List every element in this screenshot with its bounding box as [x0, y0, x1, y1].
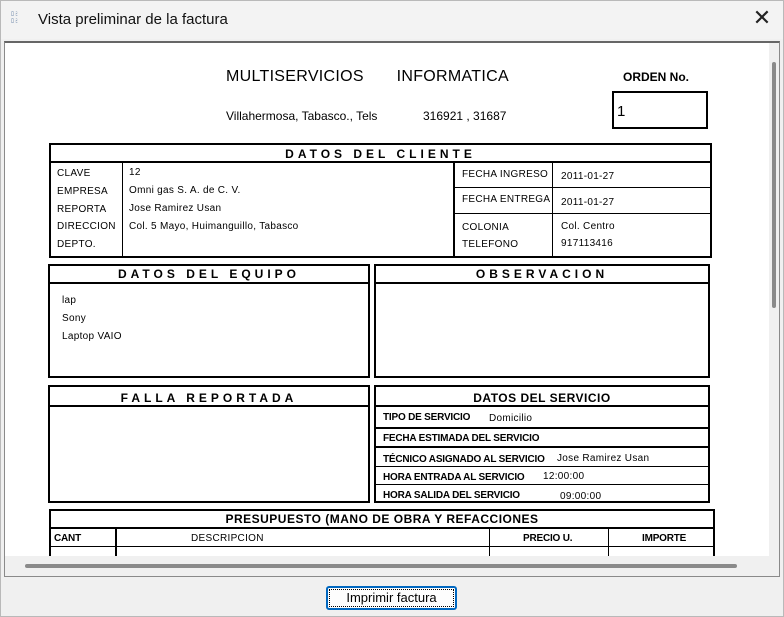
equipo-line-1: lap: [62, 295, 77, 306]
close-icon[interactable]: ✕: [746, 5, 778, 35]
fecha-entrega-label: FECHA ENTREGA: [462, 194, 551, 205]
fecha-entrega-value: 2011-01-27: [561, 197, 615, 208]
vertical-scroll-thumb[interactable]: [772, 62, 776, 308]
equipo-line-3: Laptop VAIO: [62, 331, 122, 342]
telefono-value: 917113416: [561, 238, 614, 249]
hora-salida-value: 09:00:00: [560, 491, 602, 502]
orden-box: [612, 91, 708, 129]
colonia-value: Col. Centro: [561, 221, 615, 232]
col-precio: PRECIO U.: [523, 533, 573, 544]
hora-salida-label: HORA SALIDA DEL SERVICIO: [383, 490, 520, 501]
title-bar: ﾛﾐ ﾛﾐ Vista preliminar de la factura ✕: [1, 1, 783, 39]
servicio-header: DATOS DEL SERVICIO: [473, 391, 611, 405]
horizontal-scrollbar[interactable]: [5, 556, 779, 576]
empresa-value: Omni gas S. A. de C. V.: [129, 185, 241, 196]
hora-entrada-label: HORA ENTRADA AL SERVICIO: [383, 472, 525, 483]
cliente-header: DATOS DEL CLIENTE: [285, 147, 476, 161]
orden-label: ORDEN No.: [623, 70, 689, 84]
vertical-scrollbar[interactable]: [769, 43, 779, 576]
fecha-ingreso-value: 2011-01-27: [561, 171, 615, 182]
depto-label: DEPTO.: [57, 239, 96, 250]
clave-label: CLAVE: [57, 168, 91, 179]
company-address: Villahermosa, Tabasco., Tels: [226, 109, 378, 123]
reporta-label: REPORTA: [57, 204, 107, 215]
report-viewport[interactable]: MULTISERVICIOS INFORMATICA Villahermosa,…: [4, 41, 780, 577]
reporta-value: Jose Ramirez Usan: [129, 203, 222, 214]
tecnico-value: Jose Ramirez Usan: [557, 453, 650, 464]
clave-value: 12: [129, 167, 141, 178]
col-importe: IMPORTE: [642, 533, 687, 544]
fecha-ingreso-label: FECHA INGRESO: [462, 169, 549, 180]
app-icon: ﾛﾐ ﾛﾐ: [11, 11, 20, 25]
fecha-estimada-label: FECHA ESTIMADA DEL SERVICIO: [383, 433, 540, 444]
invoice-page: MULTISERVICIOS INFORMATICA Villahermosa,…: [5, 43, 771, 576]
company-phones: 316921 , 31687: [423, 109, 507, 123]
direccion-label: DIRECCION: [57, 221, 116, 232]
window-title: Vista preliminar de la factura: [38, 11, 228, 28]
equipo-line-2: Sony: [62, 313, 86, 324]
tipo-servicio-value: Domicilio: [489, 413, 533, 424]
direccion-value: Col. 5 Mayo, Huimanguillo, Tabasco: [129, 221, 299, 232]
telefono-label: TELEFONO: [462, 239, 519, 250]
equipo-header: DATOS DEL EQUIPO: [117, 267, 301, 281]
company-name: MULTISERVICIOS INFORMATICA: [226, 68, 509, 85]
horizontal-scroll-thumb[interactable]: [25, 564, 737, 568]
print-invoice-button[interactable]: Imprimir factura: [326, 586, 457, 610]
col-descripcion: DESCRIPCION: [191, 533, 264, 544]
hora-entrada-value: 12:00:00: [543, 471, 585, 482]
col-cant: CANT: [54, 533, 81, 544]
tecnico-label: TÉCNICO ASIGNADO AL SERVICIO: [383, 454, 545, 465]
colonia-label: COLONIA: [462, 222, 510, 233]
preview-window: ﾛﾐ ﾛﾐ Vista preliminar de la factura ✕ MU…: [0, 0, 784, 617]
orden-value: 1: [617, 103, 626, 120]
observacion-header: OBSERVACION: [475, 267, 609, 281]
tipo-servicio-label: TIPO DE SERVICIO: [383, 412, 471, 423]
falla-header: FALLA REPORTADA: [120, 391, 298, 405]
empresa-label: EMPRESA: [57, 186, 109, 197]
presupuesto-header: PRESUPUESTO (MANO DE OBRA Y REFACCIONES: [225, 512, 539, 526]
